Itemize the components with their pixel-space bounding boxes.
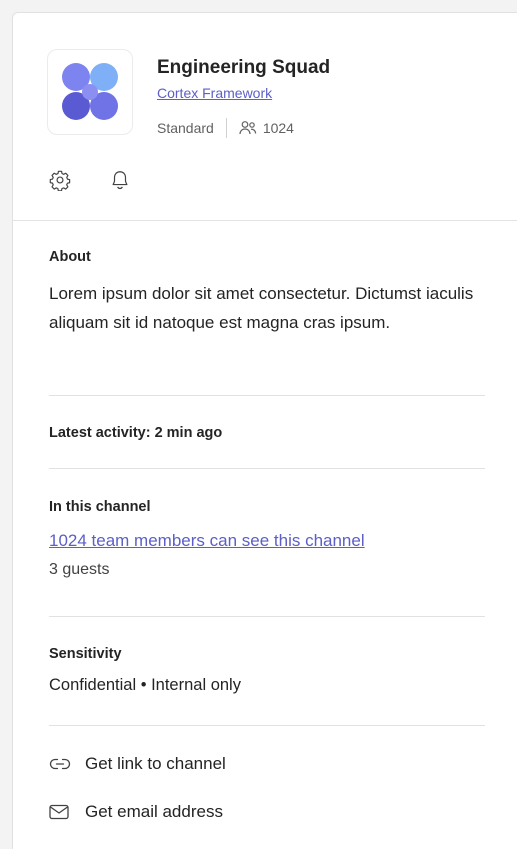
latest-activity: Latest activity: 2 min ago xyxy=(49,425,223,441)
parent-team-link[interactable]: Cortex Framework xyxy=(157,85,272,101)
sensitivity-section: Sensitivity Confidential • Internal only xyxy=(49,646,485,695)
mail-icon xyxy=(49,804,73,820)
team-type: Standard xyxy=(157,120,214,136)
sensitivity-title: Sensitivity xyxy=(49,646,122,662)
channel-header: Engineering Squad Cortex Framework Stand… xyxy=(13,13,517,221)
channel-section-title: In this channel xyxy=(49,499,151,515)
divider xyxy=(49,725,485,726)
activity-section: Latest activity: 2 min ago xyxy=(49,425,485,441)
people-icon xyxy=(239,120,257,136)
get-link-label: Get link to channel xyxy=(85,754,226,773)
bell-icon[interactable] xyxy=(107,167,133,193)
team-meta: Standard 1024 xyxy=(157,117,294,139)
meta-divider xyxy=(225,118,227,138)
sensitivity-value: Confidential • Internal only xyxy=(49,676,241,694)
team-logo xyxy=(47,49,133,135)
member-count: 1024 xyxy=(262,120,294,136)
divider xyxy=(49,395,485,396)
about-section: About Lorem ipsum dolor sit amet consect… xyxy=(49,249,485,337)
about-body: Lorem ipsum dolor sit amet consectetur. … xyxy=(49,284,474,332)
divider xyxy=(49,616,485,617)
gear-icon[interactable] xyxy=(47,167,73,193)
about-title: About xyxy=(49,249,91,265)
team-name: Engineering Squad xyxy=(157,57,331,78)
get-email-button[interactable]: Get email address xyxy=(49,798,223,826)
get-link-button[interactable]: Get link to channel xyxy=(49,750,226,778)
members-link[interactable]: 1024 team members can see this channel xyxy=(49,531,485,551)
channel-info-panel: Engineering Squad Cortex Framework Stand… xyxy=(12,12,517,849)
channel-section: In this channel 1024 team members can se… xyxy=(49,499,485,579)
guests-count: 3 guests xyxy=(49,561,110,578)
divider xyxy=(49,468,485,469)
get-email-label: Get email address xyxy=(85,802,223,821)
link-icon xyxy=(49,757,73,771)
